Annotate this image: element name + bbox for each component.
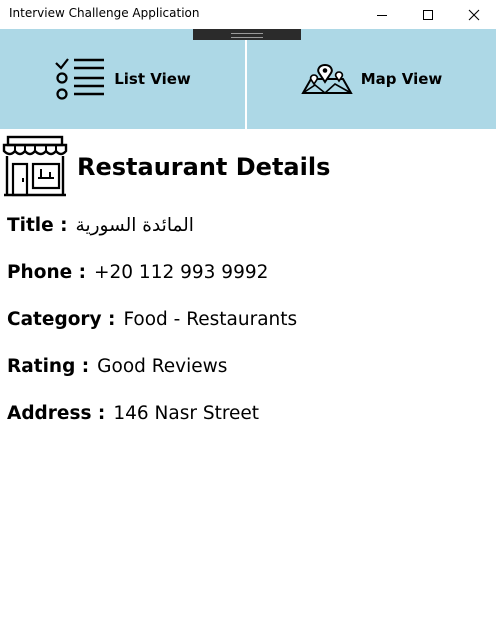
minimize-icon xyxy=(377,14,387,16)
title-value: المائدة السورية xyxy=(75,215,194,236)
title-row: Title : المائدة السورية xyxy=(7,215,194,236)
page-title: Restaurant Details xyxy=(77,153,331,181)
close-button[interactable] xyxy=(451,0,496,29)
nav-bar: List View Map View xyxy=(0,29,496,129)
storefront-icon xyxy=(2,135,68,197)
address-label: Address : xyxy=(7,403,106,424)
grip-lines-icon xyxy=(231,33,263,38)
close-icon xyxy=(468,9,480,20)
title-label: Title : xyxy=(7,215,68,236)
list-checklist-icon xyxy=(55,58,105,100)
rating-value: Good Reviews xyxy=(97,356,228,377)
map-view-label: Map View xyxy=(360,70,443,88)
rating-label: Rating : xyxy=(7,356,90,377)
phone-value: +20 112 993 9992 xyxy=(94,262,269,283)
phone-row: Phone : +20 112 993 9992 xyxy=(7,262,268,283)
rating-row: Rating : Good Reviews xyxy=(7,356,227,377)
list-view-label: List View xyxy=(114,70,191,88)
maximize-button[interactable] xyxy=(405,0,451,29)
title-bar: Interview Challenge Application xyxy=(0,0,496,29)
list-view-button[interactable]: List View xyxy=(0,29,245,129)
category-row: Category : Food - Restaurants xyxy=(7,309,297,330)
category-value: Food - Restaurants xyxy=(123,309,298,330)
map-view-button[interactable]: Map View xyxy=(247,29,496,129)
window-title: Interview Challenge Application xyxy=(9,6,200,20)
minimize-button[interactable] xyxy=(359,0,405,29)
category-label: Category : xyxy=(7,309,116,330)
address-value: 146 Nasr Street xyxy=(113,403,260,424)
drag-handle[interactable] xyxy=(193,29,301,40)
map-pins-icon xyxy=(301,63,353,95)
phone-label: Phone : xyxy=(7,262,86,283)
maximize-icon xyxy=(423,9,433,20)
address-row: Address : 146 Nasr Street xyxy=(7,403,259,424)
